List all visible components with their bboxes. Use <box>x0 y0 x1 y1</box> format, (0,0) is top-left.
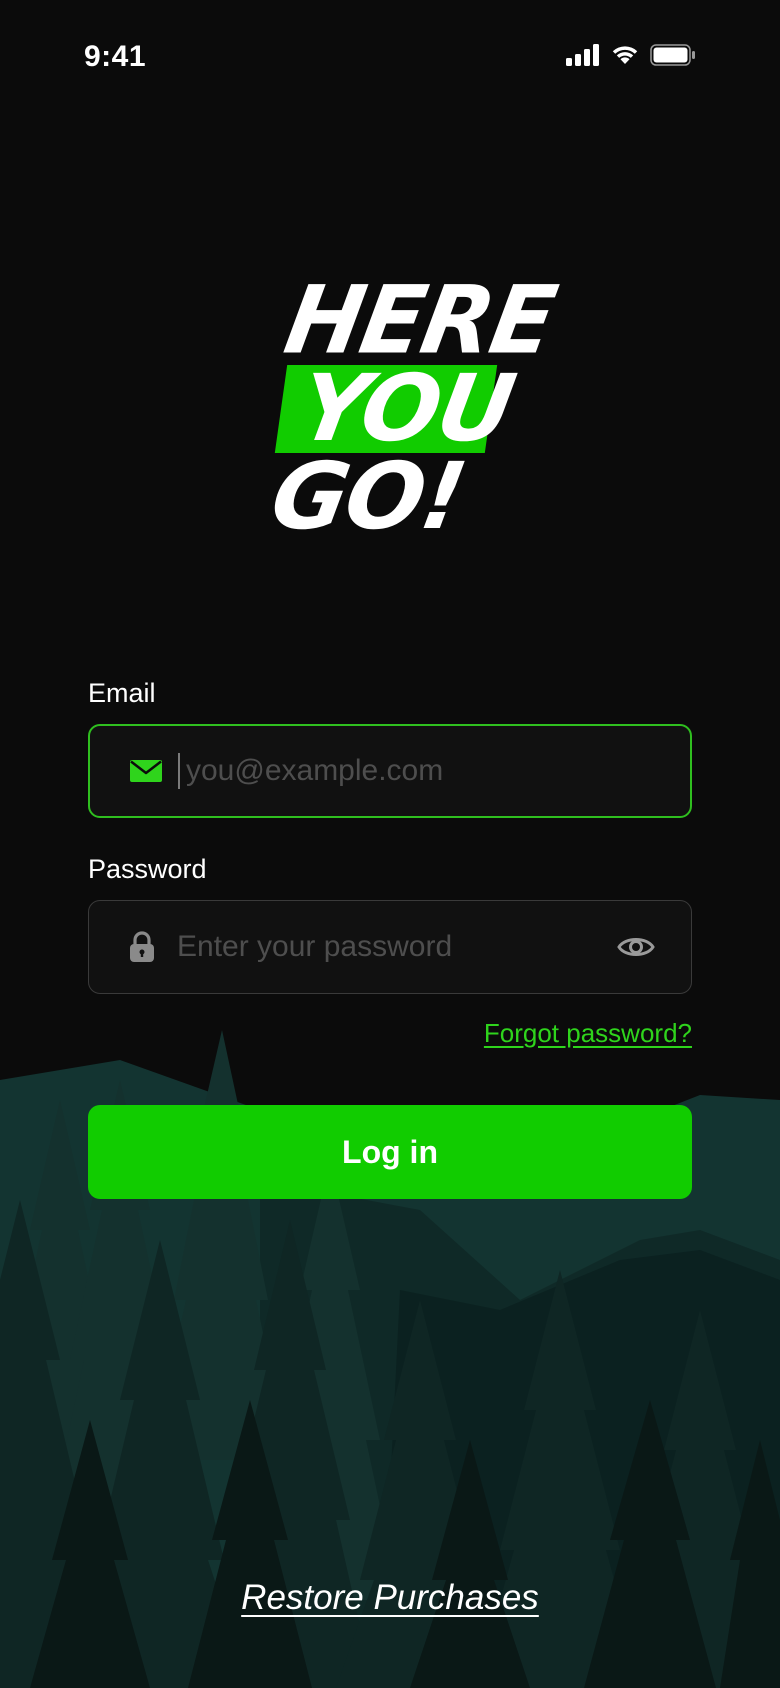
status-icons <box>566 44 696 66</box>
login-button[interactable]: Log in <box>88 1105 692 1199</box>
password-input[interactable]: Enter your password <box>177 901 601 993</box>
forest-background <box>0 1030 780 1688</box>
password-label: Password <box>88 854 207 884</box>
email-input[interactable]: you@example.com <box>178 726 600 816</box>
password-placeholder: Enter your password <box>177 930 453 963</box>
login-screen: 9:41 HERE YOU GO! Email you@example.com … <box>0 0 780 1688</box>
forgot-password-link[interactable]: Forgot password? <box>484 1018 692 1049</box>
eye-icon[interactable] <box>617 934 655 960</box>
logo-line-go: GO! <box>263 443 473 550</box>
lock-icon <box>129 931 155 963</box>
signal-icon <box>566 44 599 66</box>
app-logo: HERE YOU GO! <box>263 266 563 550</box>
email-placeholder: you@example.com <box>186 754 444 787</box>
email-field[interactable]: you@example.com <box>88 724 692 818</box>
status-time: 9:41 <box>84 40 147 73</box>
text-caret <box>178 753 180 789</box>
password-field[interactable]: Enter your password <box>88 900 692 994</box>
mail-icon <box>130 760 162 782</box>
status-bar: 9:41 <box>0 0 780 120</box>
logo-line-you: YOU <box>291 355 521 462</box>
email-label: Email <box>88 678 156 708</box>
wifi-icon <box>612 46 638 64</box>
logo-line-here: HERE <box>277 265 563 376</box>
restore-purchases-container: Restore Purchases <box>0 1578 780 1618</box>
restore-purchases-link[interactable]: Restore Purchases <box>241 1578 539 1617</box>
battery-icon <box>650 44 695 66</box>
